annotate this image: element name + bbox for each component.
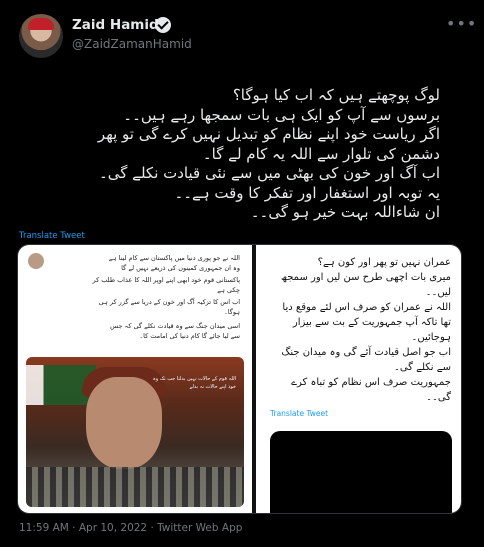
embedded-text-line: ہوجائیں۔ xyxy=(411,332,451,343)
tweet-line: لوگ پوچھتے ہیں کہ اب کیا ہوگا؟ xyxy=(232,86,440,104)
embedded-text-line: اب جو اصل قیادت آئے گی وہ میدان جنگ xyxy=(281,347,451,358)
embedded-text-line: جمہوریت صرف اس نظام کو تباہ کرے xyxy=(291,377,451,388)
tweet-line: برسوں سے آپ کو ایک ہی بات سمجھا رہے ہیں۔… xyxy=(123,105,440,124)
poster-image: اللہ قوم کے حالات نہیں بدلتا جب تک وہ خو… xyxy=(26,357,244,507)
translate-tweet-link[interactable]: Translate Tweet xyxy=(19,231,85,241)
media-image-left[interactable]: اللہ نے جو پوری دنیا میں پاکستان سے کام … xyxy=(18,245,252,513)
author-avatar[interactable] xyxy=(19,14,63,58)
embedded-avatar xyxy=(28,253,44,269)
tweet-line: یہ توبہ اور استغفار اور تفکر کا وقت ہے۔۔ xyxy=(174,183,440,202)
embedded-text-line: سے نکلے گی۔ xyxy=(393,362,451,373)
tweet-line: دشمن کی تلوار سے اللہ یہ کام لے گا۔ xyxy=(202,144,440,163)
more-options-icon[interactable]: ••• xyxy=(446,14,477,33)
embedded-text-line: اب اس کا تزکیہ آگ اور خون کے دریا سے گزر… xyxy=(98,298,240,306)
tweet-line: ان شاءاللہ بہت خیر ہو گی۔۔ xyxy=(250,203,440,221)
verified-badge-icon xyxy=(155,17,171,33)
tweet-line: اگر ریاست خود اپنے نظام کو تبدیل نہیں کر… xyxy=(97,125,440,143)
embedded-media-block xyxy=(270,431,452,513)
tweet-line: اب آگ اور خون کی بھٹی میں سے نئی قیادت ن… xyxy=(98,164,440,182)
embedded-text-line: سے لیا جائے گا کام دنیا کی امامت کا۔ xyxy=(139,332,240,340)
embedded-tweet-text: عمران نہیں تو پھر اور کون ہے؟ میری بات ا… xyxy=(261,255,451,405)
embedded-text-line: گی۔۔ xyxy=(426,392,451,403)
embedded-text-line: وہ ان جمہوری کمینوں کی ذریعے نہیں لے گا xyxy=(121,264,240,272)
media-image-right[interactable]: عمران نہیں تو پھر اور کون ہے؟ میری بات ا… xyxy=(256,245,461,513)
tweet-media[interactable]: اللہ نے جو پوری دنیا میں پاکستان سے کام … xyxy=(17,244,462,514)
poster-caption: اللہ قوم کے حالات نہیں بدلتا جب تک وہ خو… xyxy=(152,376,236,390)
tweet-text: لوگ پوچھتے ہیں کہ اب کیا ہوگا؟ برسوں سے … xyxy=(20,86,440,223)
embedded-text-line: لیں۔۔ xyxy=(425,287,451,298)
tweet-timestamp[interactable]: 11:59 AM · Apr 10, 2022 · Twitter Web Ap… xyxy=(19,522,242,534)
embedded-text-line: عمران نہیں تو پھر اور کون ہے؟ xyxy=(317,257,451,268)
army-graphic xyxy=(26,467,244,507)
embedded-translate-link: Translate Tweet xyxy=(270,409,329,418)
author-handle[interactable]: @ZaidZamanHamid xyxy=(72,37,192,51)
embedded-text-line: اسی میدان جنگ سے وہ قیادت نکلے گی کہ جس xyxy=(110,322,240,330)
embedded-text-line: میری بات اچھی طرح سن لیں اور سمجھ xyxy=(280,272,451,283)
embedded-text-line: اللہ نے جو پوری دنیا میں پاکستان سے کام … xyxy=(108,254,240,262)
embedded-text-line: ہوگا۔ xyxy=(223,308,240,316)
embedded-text-line: پاکستانی قوم خود ابھی اپنے اوپر اللہ کا … xyxy=(92,276,240,284)
author-name[interactable]: Zaid Hamid xyxy=(72,17,159,33)
embedded-text-line: چکی ہے xyxy=(217,286,240,294)
embedded-text-line: اللہ نے عمران کو صرف اس لئے موقع دیا xyxy=(282,302,451,313)
embedded-text-line: تھا تاکہ آپ جمہوریت کے بت سے بیزار xyxy=(292,317,451,328)
tweet-card: Zaid Hamid @ZaidZamanHamid ••• لوگ پوچھت… xyxy=(0,0,484,547)
